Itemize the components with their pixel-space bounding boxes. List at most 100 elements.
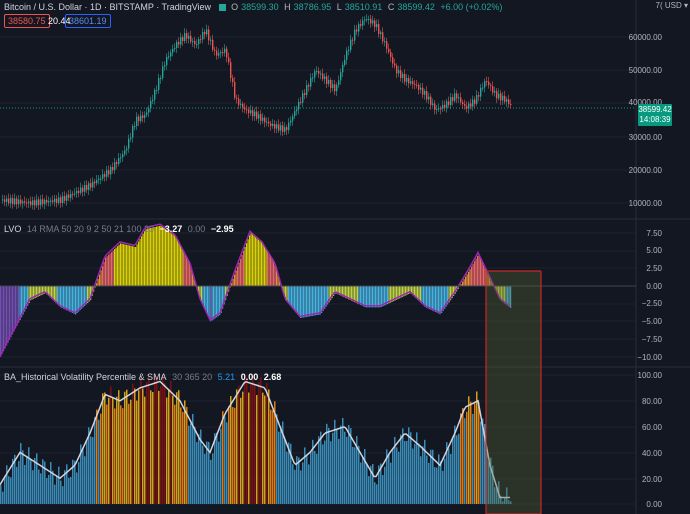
lvo-bar bbox=[244, 247, 246, 286]
hvp-bar bbox=[372, 463, 374, 504]
candle-body bbox=[212, 39, 214, 50]
candle-body bbox=[12, 198, 14, 205]
lvo-bar bbox=[115, 247, 117, 286]
candle-body bbox=[52, 200, 54, 203]
candle-body bbox=[432, 103, 434, 106]
candle-body bbox=[228, 57, 230, 63]
candle-body bbox=[238, 98, 240, 105]
candle-body bbox=[360, 24, 362, 26]
hvp-bar bbox=[94, 417, 96, 504]
hvp-bar bbox=[338, 439, 340, 504]
lvo-bar bbox=[102, 266, 104, 286]
candle-body bbox=[14, 198, 16, 205]
candle-body bbox=[314, 71, 316, 78]
candle-body bbox=[258, 114, 260, 119]
lvo-legend[interactable]: LVO 14 RMA 50 20 9 2 50 21 100 20 −3.27 … bbox=[4, 224, 237, 234]
lvo-bar bbox=[97, 278, 99, 286]
lvo-bar bbox=[357, 286, 359, 304]
candle-body bbox=[254, 111, 256, 117]
hvp-bar bbox=[160, 385, 162, 504]
candle-body bbox=[280, 125, 282, 131]
currency-selector[interactable]: 7( USD ▾ bbox=[656, 1, 689, 10]
candle-body bbox=[92, 181, 94, 188]
candle-body bbox=[376, 24, 378, 28]
lvo-bar bbox=[166, 230, 168, 286]
candle-body bbox=[250, 110, 252, 114]
lvo-bar bbox=[103, 261, 105, 286]
hvp-legend[interactable]: BA_Historical Volatility Percentile & SM… bbox=[4, 372, 284, 382]
hvp-bar bbox=[480, 421, 482, 504]
lvo-bar bbox=[6, 286, 8, 346]
hvp-bar bbox=[182, 411, 184, 504]
lvo-bar bbox=[300, 286, 302, 318]
candle-body bbox=[476, 95, 478, 104]
hvp-bar bbox=[308, 464, 310, 504]
candle-body bbox=[382, 32, 384, 42]
candle-body bbox=[172, 48, 174, 53]
lvo-bar bbox=[427, 286, 429, 309]
axis-cut-label: 7( bbox=[655, 1, 663, 10]
hvp-bar bbox=[46, 477, 48, 504]
lvo-bar bbox=[298, 286, 300, 317]
candle-body bbox=[272, 124, 274, 126]
hvp-bar bbox=[266, 383, 268, 504]
candle-body bbox=[492, 86, 494, 93]
candle-body bbox=[206, 29, 208, 35]
lvo-bar bbox=[288, 286, 290, 304]
lvo-bar bbox=[294, 286, 296, 311]
candle-body bbox=[94, 181, 96, 184]
candle-body bbox=[274, 124, 276, 129]
lvo-bar bbox=[360, 286, 362, 305]
lvo-bar bbox=[66, 286, 68, 311]
lvo-bar bbox=[151, 227, 153, 286]
hvp-bar bbox=[454, 425, 456, 504]
lvo-bar bbox=[270, 256, 272, 286]
hvp-bar bbox=[478, 402, 480, 504]
lvo-bar bbox=[465, 276, 467, 286]
hvp-bar bbox=[322, 444, 324, 504]
lvo-bar bbox=[306, 286, 308, 317]
hvp-bar bbox=[336, 429, 338, 504]
hvp-bar bbox=[40, 473, 42, 504]
hvp-bar bbox=[190, 423, 192, 504]
candle-body bbox=[138, 116, 140, 122]
lvo-bar bbox=[481, 261, 483, 286]
hvp-bar bbox=[184, 400, 186, 504]
hvp-bar bbox=[2, 491, 4, 504]
hvp-bar bbox=[26, 457, 28, 504]
candle-body bbox=[112, 167, 114, 171]
hvp-bar bbox=[162, 375, 164, 504]
candle-body bbox=[442, 104, 444, 109]
lvo-bar bbox=[70, 286, 72, 313]
lvo-value-2: 0.00 bbox=[187, 224, 206, 234]
hvp-bar bbox=[332, 432, 334, 504]
lvo-bar bbox=[139, 238, 141, 286]
candle-body bbox=[294, 111, 296, 117]
hvp-tick: 0.00 bbox=[646, 500, 662, 509]
lvo-tick: −7.50 bbox=[641, 335, 662, 344]
hvp-bar bbox=[196, 442, 198, 504]
lvo-bar bbox=[468, 271, 470, 286]
highlight-box bbox=[485, 270, 542, 514]
candle-body bbox=[210, 39, 212, 41]
hvp-bar bbox=[240, 397, 242, 504]
candle-body bbox=[306, 85, 308, 95]
lvo-bar bbox=[268, 254, 270, 286]
lvo-bar bbox=[117, 246, 119, 286]
lvo-bar bbox=[246, 243, 248, 286]
hvp-bar bbox=[244, 375, 246, 504]
symbol-title[interactable]: Bitcoin / U.S. Dollar · 1D · BITSTAMP · … bbox=[4, 2, 211, 12]
chart-canvas[interactable] bbox=[0, 0, 690, 514]
price-tick: 50000.00 bbox=[628, 66, 662, 75]
candle-body bbox=[198, 39, 200, 45]
lvo-bar bbox=[474, 261, 476, 286]
candle-body bbox=[214, 49, 216, 51]
lvo-bar bbox=[175, 237, 177, 286]
lvo-bar bbox=[174, 235, 176, 286]
lvo-bar bbox=[291, 286, 293, 308]
lvo-bar bbox=[211, 286, 213, 321]
candle-body bbox=[326, 76, 328, 84]
candle-body bbox=[328, 80, 330, 84]
hvp-bar bbox=[56, 475, 58, 504]
candle-body bbox=[320, 73, 322, 75]
